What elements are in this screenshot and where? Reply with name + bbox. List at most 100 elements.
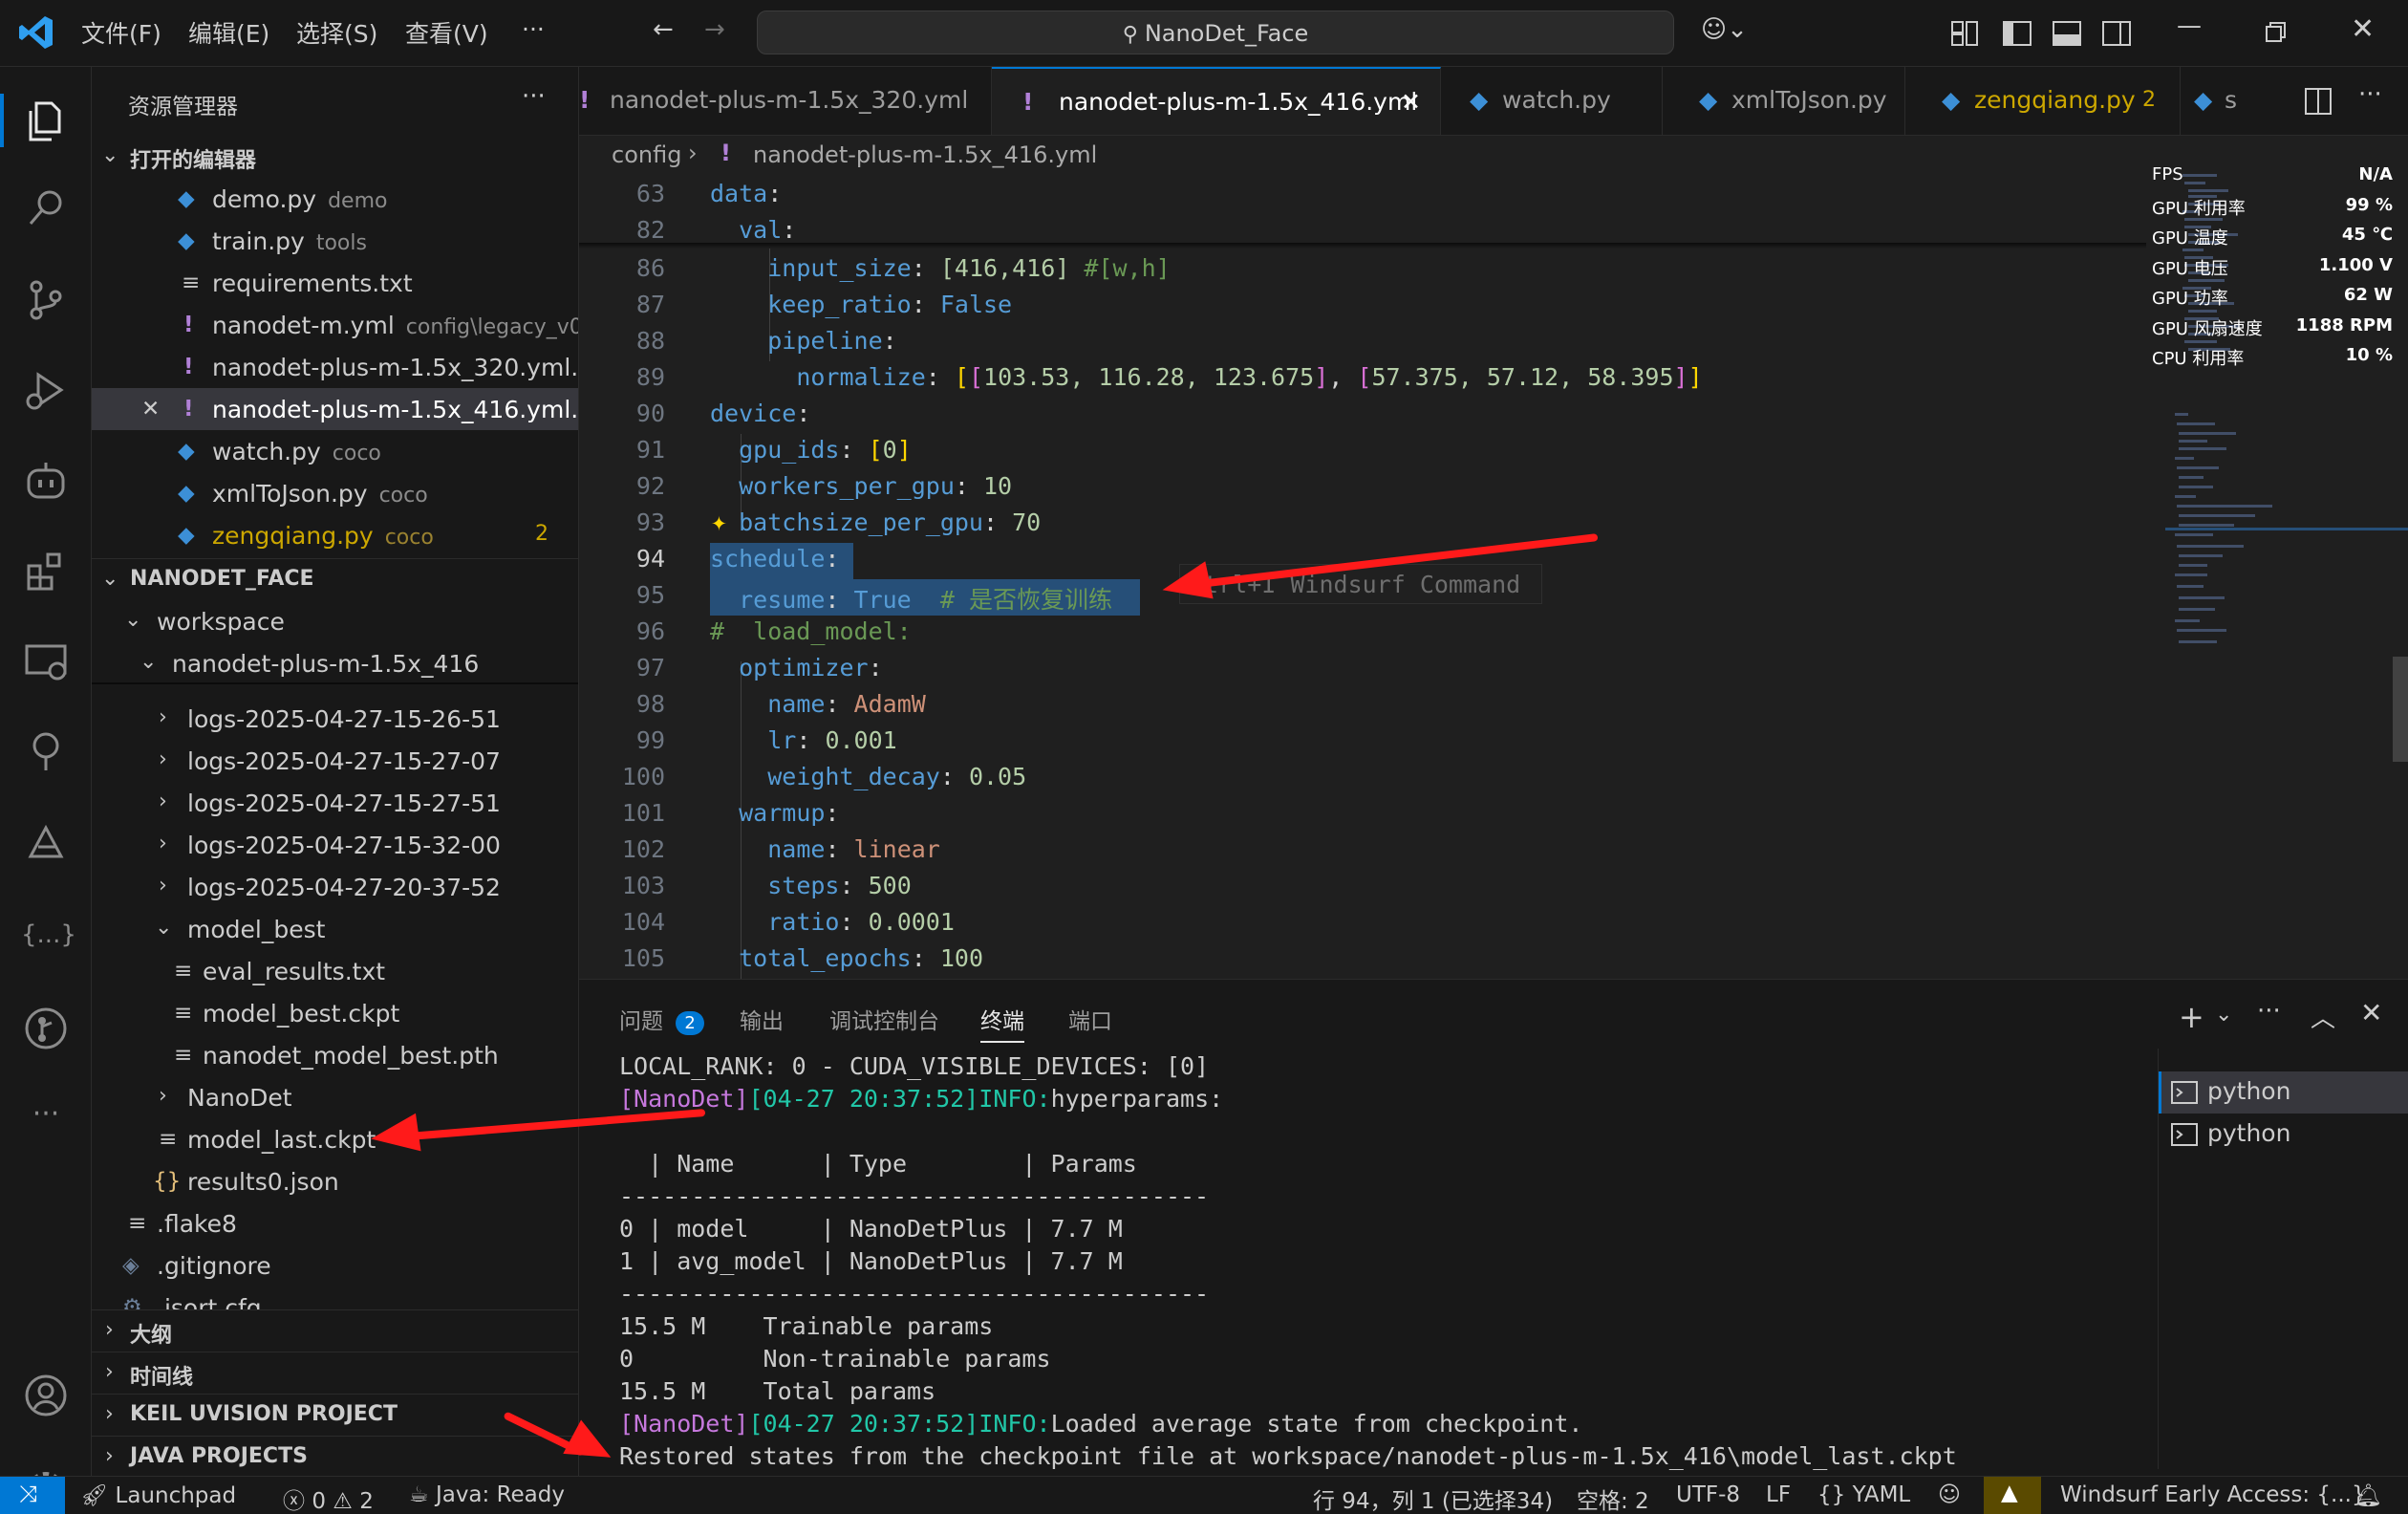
- more-views-icon[interactable]: ···: [21, 1090, 71, 1139]
- tree-view-icon[interactable]: [21, 726, 71, 776]
- toggle-panel-icon[interactable]: [2053, 21, 2081, 46]
- terminal-output[interactable]: LOCAL_RANK: 0 - CUDA_VISIBLE_DEVICES: [0…: [619, 1050, 1957, 1473]
- tab-terminal[interactable]: 终端: [980, 1003, 1024, 1043]
- menu-more[interactable]: ···: [522, 15, 545, 43]
- explorer-icon[interactable]: [21, 96, 71, 145]
- panel-more-icon[interactable]: ···: [2257, 997, 2281, 1026]
- tab-truncated[interactable]: ◆ s: [2181, 67, 2295, 135]
- terminal-instance[interactable]: python: [2159, 1114, 2408, 1156]
- menu-view[interactable]: 查看(V): [405, 15, 488, 50]
- open-editor-item-active[interactable]: ✕ ! nanodet-plus-m-1.5x_416.yml...: [92, 388, 578, 430]
- toggle-secondary-sidebar-icon[interactable]: [2102, 21, 2131, 46]
- project-header[interactable]: ⌄ NANODET_FACE: [92, 558, 578, 600]
- ai-assistant-icon[interactable]: [21, 455, 71, 505]
- tab-xmltojson-py[interactable]: ◆ xmlToJson.py: [1663, 67, 1905, 135]
- outline-header[interactable]: › 大纲: [92, 1309, 578, 1352]
- customize-layout-icon[interactable]: [1951, 21, 1978, 46]
- source-control-icon[interactable]: [21, 275, 71, 325]
- forward-arrow-icon[interactable]: →: [704, 17, 725, 42]
- open-editor-item[interactable]: ◆ watch.py coco: [92, 430, 578, 472]
- tab-debug-console[interactable]: 调试控制台: [829, 1003, 939, 1035]
- terminal-instance[interactable]: python: [2159, 1071, 2408, 1114]
- account-icon[interactable]: [21, 1371, 71, 1420]
- copilot-status-icon[interactable]: ☺: [1938, 1482, 1961, 1507]
- tree-folder[interactable]: › logs-2025-04-27-20-37-52: [92, 866, 578, 908]
- tab-nanodet-320[interactable]: ! nanodet-plus-m-1.5x_320.yml: [579, 67, 992, 135]
- tree-file[interactable]: ⚙ .isort.cfg: [92, 1287, 578, 1309]
- encoding[interactable]: UTF-8: [1676, 1482, 1740, 1507]
- code-editor[interactable]: 63 82 86 87 88 89 90 91 92 93 94 95 96 9…: [579, 176, 2146, 979]
- open-editor-item[interactable]: ◆ train.py tools: [92, 220, 578, 262]
- remote-indicator[interactable]: ⤨: [0, 1477, 65, 1514]
- restore-icon[interactable]: [2265, 21, 2288, 44]
- menu-selection[interactable]: 选择(S): [296, 15, 377, 50]
- windsurf-icon[interactable]: [21, 818, 71, 868]
- tree-folder[interactable]: › logs-2025-04-27-15-27-51: [92, 782, 578, 824]
- remote-explorer-icon[interactable]: [21, 637, 71, 686]
- menu-edit[interactable]: 编辑(E): [188, 15, 269, 50]
- tree-file[interactable]: ≡ eval_results.txt: [92, 950, 578, 992]
- json-braces-icon[interactable]: {...}: [21, 910, 76, 960]
- run-debug-icon[interactable]: [21, 365, 71, 415]
- split-editor-icon[interactable]: [2305, 88, 2332, 115]
- tree-folder[interactable]: ⌄ workspace: [92, 600, 578, 642]
- close-tab-icon[interactable]: ✕: [1401, 88, 1421, 116]
- open-editor-item[interactable]: ! nanodet-plus-m-1.5x_320.yml...: [92, 346, 578, 388]
- cursor-position[interactable]: 行 94，列 1 (已选择34): [1313, 1482, 1553, 1514]
- breadcrumb-file[interactable]: nanodet-plus-m-1.5x_416.yml: [753, 141, 1097, 168]
- maximize-panel-icon[interactable]: ︿: [2311, 999, 2335, 1034]
- close-window-icon[interactable]: ✕: [2351, 15, 2375, 44]
- tree-file[interactable]: ≡ .flake8: [92, 1202, 578, 1244]
- end-of-line[interactable]: LF: [1766, 1482, 1791, 1507]
- open-editor-item[interactable]: ! nanodet-m.ymlconfig\legacy_v0...: [92, 304, 578, 346]
- tab-ports[interactable]: 端口: [1068, 1003, 1112, 1035]
- inline-command-hint[interactable]: Ctrl+I Windsurf Command: [1179, 564, 1542, 604]
- indentation[interactable]: 空格: 2: [1577, 1482, 1649, 1514]
- java-projects-header[interactable]: › JAVA PROJECTS: [92, 1436, 578, 1476]
- open-editors-header[interactable]: ⌄ 打开的编辑器: [92, 136, 578, 178]
- command-center-search[interactable]: ⚲ NanoDet_Face: [757, 11, 1674, 54]
- java-status[interactable]: ☕︎ Java: Ready: [409, 1482, 565, 1507]
- tree-folder[interactable]: › NanoDet: [92, 1076, 578, 1118]
- open-editor-item[interactable]: ≡ requirements.txt: [92, 262, 578, 304]
- tab-nanodet-416[interactable]: ! nanodet-plus-m-1.5x_416.yml ✕: [992, 67, 1441, 135]
- tree-folder[interactable]: ⌄ model_best: [92, 908, 578, 950]
- problems-status[interactable]: ⓧ 0 ⚠ 2: [283, 1482, 374, 1514]
- timeline-header[interactable]: › 时间线: [92, 1352, 578, 1394]
- tree-file[interactable]: ◈ .gitignore: [92, 1244, 578, 1287]
- open-editor-item[interactable]: ◆ zengqiang.py coco 2: [92, 514, 578, 556]
- tree-file[interactable]: ≡ nanodet_model_best.pth: [92, 1034, 578, 1076]
- tree-file[interactable]: ≡ model_best.ckpt: [92, 992, 578, 1034]
- tree-folder[interactable]: ⌄ nanodet-plus-m-1.5x_416: [92, 642, 578, 684]
- open-editor-item[interactable]: ◆ demo.py demo: [92, 178, 578, 220]
- tab-watch-py[interactable]: ◆ watch.py: [1441, 67, 1663, 135]
- tree-file[interactable]: {} results0.json: [92, 1160, 578, 1202]
- breadcrumb-folder[interactable]: config: [612, 141, 681, 168]
- tree-folder[interactable]: › logs-2025-04-27-15-32-00: [92, 824, 578, 866]
- tab-zengqiang-py[interactable]: ◆ zengqiang.py 2: [1905, 67, 2181, 135]
- menu-file[interactable]: 文件(F): [81, 15, 161, 50]
- git-graph-icon[interactable]: [21, 1004, 71, 1053]
- launchpad-item[interactable]: 🚀︎ Launchpad: [80, 1482, 236, 1508]
- copilot-icon[interactable]: ☺⌄: [1701, 17, 1748, 42]
- chevron-down-icon[interactable]: ⌄: [2215, 1003, 2232, 1027]
- new-terminal-icon[interactable]: +: [2179, 999, 2204, 1035]
- tree-folder[interactable]: › logs-2025-04-27-15-27-07: [92, 740, 578, 782]
- language-mode[interactable]: {} YAML: [1817, 1482, 1910, 1507]
- back-arrow-icon[interactable]: ←: [653, 17, 674, 42]
- extensions-icon[interactable]: [21, 547, 71, 596]
- editor-more-icon[interactable]: ···: [2358, 80, 2382, 109]
- notifications-bell-icon[interactable]: 🔔︎: [2354, 1482, 2382, 1508]
- tab-problems[interactable]: 问题 2: [619, 1003, 704, 1035]
- explorer-more-icon[interactable]: ···: [522, 82, 546, 111]
- windsurf-status[interactable]: Windsurf Early Access: {...}: [2060, 1482, 2366, 1507]
- minimize-icon[interactable]: —: [2177, 13, 2202, 38]
- search-icon[interactable]: [21, 184, 71, 233]
- close-panel-icon[interactable]: ✕: [2360, 997, 2382, 1028]
- sparkle-icon[interactable]: ✦: [711, 506, 727, 537]
- windsurf-status-icon[interactable]: ▲: [1984, 1477, 2041, 1514]
- toggle-primary-sidebar-icon[interactable]: [2003, 21, 2032, 46]
- open-editor-item[interactable]: ◆ xmlToJson.py coco: [92, 472, 578, 514]
- tree-folder[interactable]: › logs-2025-04-27-15-26-51: [92, 698, 578, 740]
- tab-output[interactable]: 输出: [740, 1003, 784, 1035]
